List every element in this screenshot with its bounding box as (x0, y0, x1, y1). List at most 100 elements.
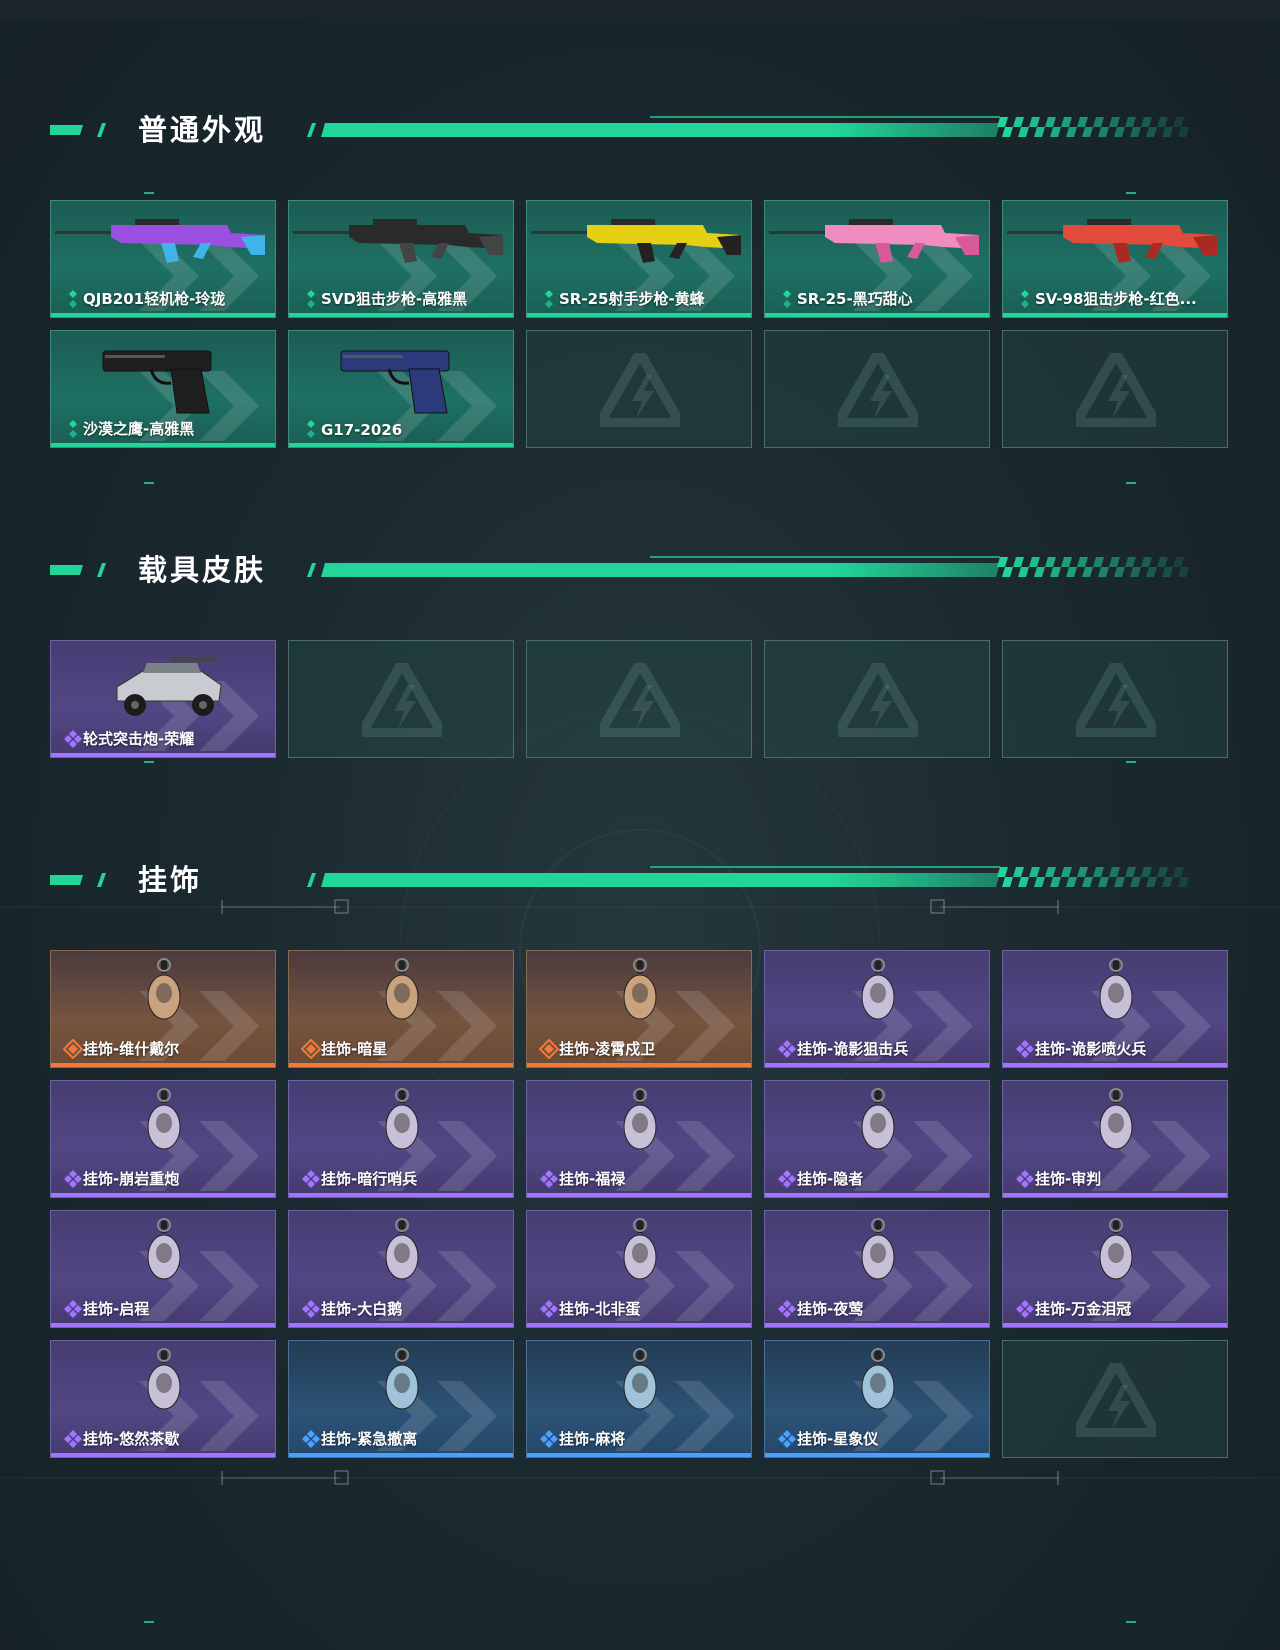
item-label: 挂饰-悠然茶歇 (83, 1430, 180, 1448)
rarity-bar (765, 1453, 989, 1457)
item-card[interactable]: 挂饰-隐者 (764, 1080, 990, 1198)
charm-icon (289, 1343, 513, 1429)
rarity-bar (765, 1323, 989, 1327)
section-title: 载具皮肤 (138, 553, 267, 587)
item-card[interactable]: 挂饰-诡影喷火兵 (1002, 950, 1228, 1068)
rarity-bar (51, 1063, 275, 1067)
item-card[interactable]: SR-25射手步枪-黄蜂 (526, 200, 752, 318)
item-card[interactable]: 沙漠之鹰-高雅黑 (50, 330, 276, 448)
item-card[interactable]: 挂饰-紧急撤离 (288, 1340, 514, 1458)
rarity-diamond-icon (539, 1299, 559, 1319)
charm-icon (527, 1343, 751, 1429)
item-label: 挂饰-凌霄戍卫 (559, 1040, 656, 1058)
item-card[interactable]: SVD狙击步枪-高雅黑 (288, 200, 514, 318)
rarity-diamond-icon (301, 419, 321, 439)
item-label: 挂饰-紧急撤离 (321, 1430, 418, 1448)
item-card[interactable]: 挂饰-星象仪 (764, 1340, 990, 1458)
rarity-diamond-icon (1015, 289, 1035, 309)
item-card[interactable]: 挂饰-大白鹅 (288, 1210, 514, 1328)
rifle-icon (1003, 203, 1227, 289)
item-card[interactable]: 挂饰-凌霄戍卫 (526, 950, 752, 1068)
charm-icon (527, 1213, 751, 1299)
item-card[interactable]: 挂饰-福禄 (526, 1080, 752, 1198)
top-bar (0, 0, 1280, 20)
charm-icon (51, 953, 275, 1039)
placeholder-logo-icon (591, 652, 689, 738)
rarity-diamond-icon (777, 1039, 797, 1059)
rifle-icon (51, 203, 275, 289)
item-card[interactable]: SV-98狙击步枪-红色... (1002, 200, 1228, 318)
item-label: 挂饰-万金泪冠 (1035, 1300, 1132, 1318)
rarity-bar (51, 313, 275, 317)
placeholder-logo-icon (1067, 1352, 1165, 1438)
charm-icon (1003, 1083, 1227, 1169)
item-label: 沙漠之鹰-高雅黑 (83, 420, 195, 438)
item-label: 挂饰-维什戴尔 (83, 1040, 180, 1058)
item-label: SVD狙击步枪-高雅黑 (321, 290, 468, 308)
rarity-diamond-icon (777, 1169, 797, 1189)
item-card[interactable]: 挂饰-暗行哨兵 (288, 1080, 514, 1198)
placeholder-logo-icon (829, 342, 927, 428)
rarity-bar (51, 1193, 275, 1197)
section-title: 挂饰 (138, 863, 203, 897)
placeholder-logo-icon (1067, 652, 1165, 738)
rarity-bar (289, 443, 513, 447)
charm-icon (765, 953, 989, 1039)
item-card[interactable]: 挂饰-启程 (50, 1210, 276, 1328)
item-label: SR-25-黑巧甜心 (797, 290, 913, 308)
placeholder-logo-icon (591, 342, 689, 428)
rarity-bar (1003, 1323, 1227, 1327)
item-card[interactable]: 挂饰-麻将 (526, 1340, 752, 1458)
charm-icon (527, 953, 751, 1039)
item-label: 挂饰-隐者 (797, 1170, 864, 1188)
item-card[interactable]: G17-2026 (288, 330, 514, 448)
empty-slot (1002, 1340, 1228, 1458)
item-label: 挂饰-崩岩重炮 (83, 1170, 180, 1188)
item-card[interactable]: 挂饰-维什戴尔 (50, 950, 276, 1068)
rifle-icon (765, 203, 989, 289)
empty-slot (764, 640, 990, 758)
charm-icon (1003, 953, 1227, 1039)
rifle-icon (289, 203, 513, 289)
item-card[interactable]: SR-25-黑巧甜心 (764, 200, 990, 318)
rarity-diamond-icon (1015, 1299, 1035, 1319)
rarity-bar (51, 1323, 275, 1327)
item-card[interactable]: 挂饰-悠然茶歇 (50, 1340, 276, 1458)
item-card[interactable]: 轮式突击炮-荣耀 (50, 640, 276, 758)
rarity-bar (289, 1453, 513, 1457)
charm-icon (51, 1083, 275, 1169)
rarity-diamond-icon (63, 729, 83, 749)
item-label: QJB201轻机枪-玲珑 (83, 290, 226, 308)
item-card[interactable]: 挂饰-审判 (1002, 1080, 1228, 1198)
rarity-bar (1003, 1193, 1227, 1197)
rarity-bar (289, 313, 513, 317)
rarity-bar (289, 1193, 513, 1197)
section-title-bar: 普通外观 (50, 110, 1210, 150)
item-card[interactable]: 挂饰-北非蛋 (526, 1210, 752, 1328)
pistol-icon (289, 333, 513, 419)
rarity-bar (527, 1063, 751, 1067)
item-card[interactable]: 挂饰-暗星 (288, 950, 514, 1068)
charm-icon (527, 1083, 751, 1169)
rarity-bar (289, 1323, 513, 1327)
item-card[interactable]: 挂饰-崩岩重炮 (50, 1080, 276, 1198)
item-card[interactable]: QJB201轻机枪-玲珑 (50, 200, 276, 318)
rarity-bar (527, 313, 751, 317)
item-label: 轮式突击炮-荣耀 (83, 730, 195, 748)
section-title-bar: 挂饰 (50, 860, 1210, 900)
rarity-diamond-icon (301, 1169, 321, 1189)
item-label: G17-2026 (321, 421, 403, 439)
item-label: 挂饰-北非蛋 (559, 1300, 641, 1318)
item-label: 挂饰-启程 (83, 1300, 150, 1318)
item-card[interactable]: 挂饰-万金泪冠 (1002, 1210, 1228, 1328)
item-label: 挂饰-暗星 (321, 1040, 388, 1058)
rarity-diamond-icon (301, 289, 321, 309)
rarity-diamond-icon (777, 289, 797, 309)
item-label: 挂饰-夜莺 (797, 1300, 864, 1318)
item-card[interactable]: 挂饰-诡影狙击兵 (764, 950, 990, 1068)
rarity-diamond-icon (63, 1299, 83, 1319)
item-label: 挂饰-大白鹅 (321, 1300, 403, 1318)
rarity-diamond-icon (1015, 1169, 1035, 1189)
empty-slot (1002, 640, 1228, 758)
item-card[interactable]: 挂饰-夜莺 (764, 1210, 990, 1328)
